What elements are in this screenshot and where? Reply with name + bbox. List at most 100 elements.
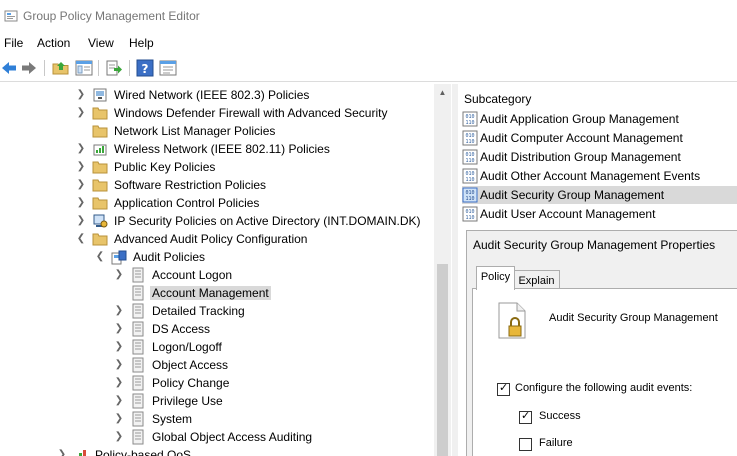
tree-item-label: Global Object Access Auditing	[152, 430, 313, 444]
notebook-icon	[132, 375, 144, 391]
tree-item-audit-policies[interactable]: ❮ Audit Policies	[0, 248, 430, 266]
tree-item-ds-access[interactable]: ❯ DS Access	[0, 320, 430, 338]
tree-item-privilege-use[interactable]: ❯ Privilege Use	[0, 392, 430, 410]
scroll-up-arrow-icon[interactable]: ▲	[434, 84, 451, 101]
menu-help[interactable]: Help	[129, 36, 154, 50]
tree-item-label: Object Access	[152, 358, 229, 372]
properties-icon[interactable]	[159, 59, 177, 77]
tree-item-ip-security[interactable]: ❯ IP Security Policies on Active Directo…	[0, 212, 430, 230]
chevron-down-icon[interactable]: ❮	[76, 233, 86, 245]
chevron-right-icon[interactable]: ❯	[114, 377, 124, 389]
menu-view[interactable]: View	[88, 36, 114, 50]
subcategory-label: Audit User Account Management	[480, 207, 656, 221]
properties-dialog: Audit Security Group Management Properti…	[466, 230, 737, 456]
subcategory-item[interactable]: 010 110 Audit User Account Management	[462, 205, 737, 223]
show-hide-tree-icon[interactable]	[75, 59, 93, 77]
tree-item-label: Windows Defender Firewall with Advanced …	[114, 106, 388, 120]
svg-text:110: 110	[465, 158, 474, 164]
folder-icon	[92, 233, 108, 246]
subcategory-column-header[interactable]: Subcategory	[464, 92, 531, 106]
ip-security-icon	[93, 214, 108, 228]
toolbar-separator	[44, 60, 45, 76]
folder-icon	[92, 107, 108, 120]
subcategory-item[interactable]: 010 110 Audit Application Group Manageme…	[462, 110, 737, 128]
svg-text:110: 110	[465, 120, 474, 126]
tree-item-label: Wired Network (IEEE 802.3) Policies	[114, 88, 310, 102]
tree-item-label: Detailed Tracking	[152, 304, 245, 318]
tree-item-label: Advanced Audit Policy Configuration	[114, 232, 308, 246]
chevron-right-icon[interactable]: ❯	[76, 215, 86, 227]
subcategory-item[interactable]: 010 110 Audit Computer Account Managemen…	[462, 129, 737, 147]
tree-item-account-logon[interactable]: ❯ Account Logon	[0, 266, 430, 284]
tree-item-wireless-network[interactable]: ❯ Wireless Network (IEEE 802.11) Policie…	[0, 140, 430, 158]
success-checkbox[interactable]: ✓	[519, 410, 532, 424]
svg-text:?: ?	[142, 62, 149, 76]
subcategory-item[interactable]: 010 110 Audit Other Account Management E…	[462, 167, 737, 185]
tab-policy[interactable]: Policy	[476, 266, 515, 290]
tab-policy-label: Policy	[480, 271, 511, 283]
failure-checkbox[interactable]	[519, 438, 532, 451]
forward-icon[interactable]	[20, 59, 38, 77]
menu-action[interactable]: Action	[37, 36, 70, 50]
chevron-right-icon[interactable]: ❯	[114, 413, 124, 425]
tree-item-public-key-policies[interactable]: ❯ Public Key Policies	[0, 158, 430, 176]
tree-item-policy-change[interactable]: ❯ Policy Change	[0, 374, 430, 392]
scrollbar-thumb[interactable]	[437, 264, 448, 456]
tree-item-label: Policy-based QoS	[95, 448, 192, 456]
chevron-right-icon[interactable]: ❯	[76, 197, 86, 209]
chevron-right-icon[interactable]: ❯	[114, 395, 124, 407]
chevron-right-icon[interactable]: ❯	[57, 449, 67, 456]
chevron-right-icon[interactable]: ❯	[114, 323, 124, 335]
tree-item-label: Account Logon	[152, 268, 233, 282]
tree-item-label: Logon/Logoff	[152, 340, 222, 354]
tree-item-object-access[interactable]: ❯ Object Access	[0, 356, 430, 374]
notebook-icon	[132, 267, 144, 283]
chevron-right-icon[interactable]: ❯	[76, 179, 86, 191]
tree-item-software-restriction[interactable]: ❯ Software Restriction Policies	[0, 176, 430, 194]
chevron-down-icon[interactable]: ❮	[95, 251, 105, 263]
policy-tab-panel: Audit Security Group Management ✓ Config…	[472, 288, 737, 456]
console-tree[interactable]: ❯ Wired Network (IEEE 802.3) Policies ❯ …	[0, 84, 452, 456]
notebook-icon	[132, 411, 144, 427]
tree-item-label: Privilege Use	[152, 394, 223, 408]
tree-item-policy-based-qos[interactable]: ❯ Policy-based QoS	[0, 446, 430, 456]
chevron-right-icon[interactable]: ❯	[114, 359, 124, 371]
chevron-right-icon[interactable]: ❯	[114, 269, 124, 281]
tree-item-account-management[interactable]: Account Management	[0, 284, 430, 302]
tree-item-network-list-manager[interactable]: Network List Manager Policies	[0, 122, 430, 140]
chevron-right-icon[interactable]: ❯	[114, 305, 124, 317]
back-icon[interactable]	[0, 59, 18, 77]
title-bar: Group Policy Management Editor	[0, 0, 737, 32]
subcategory-label: Audit Other Account Management Events	[480, 169, 701, 183]
subcategory-item[interactable]: 010 110 Audit Distribution Group Managem…	[462, 148, 737, 166]
tree-item-label: Audit Policies	[133, 250, 206, 264]
folder-icon	[92, 179, 108, 192]
configure-audit-events-checkbox[interactable]: ✓	[497, 382, 510, 396]
tree-item-defender-firewall[interactable]: ❯ Windows Defender Firewall with Advance…	[0, 104, 430, 122]
export-list-icon[interactable]	[105, 59, 123, 77]
menu-file[interactable]: File	[4, 36, 23, 50]
tree-item-logon-logoff[interactable]: ❯ Logon/Logoff	[0, 338, 430, 356]
notebook-icon	[132, 393, 144, 409]
gpo-editor-app-icon	[4, 10, 18, 22]
chevron-right-icon[interactable]: ❯	[114, 431, 124, 443]
tree-item-advanced-audit-policy[interactable]: ❮ Advanced Audit Policy Configuration	[0, 230, 430, 248]
tree-item-detailed-tracking[interactable]: ❯ Detailed Tracking	[0, 302, 430, 320]
toolbar: ?	[0, 54, 737, 82]
chevron-right-icon[interactable]: ❯	[114, 341, 124, 353]
help-icon[interactable]: ?	[136, 59, 154, 77]
tree-scrollbar[interactable]: ▲	[434, 84, 451, 456]
tree-item-wired-network[interactable]: ❯ Wired Network (IEEE 802.3) Policies	[0, 86, 430, 104]
notebook-icon	[132, 321, 144, 337]
tree-item-application-control[interactable]: ❯ Application Control Policies	[0, 194, 430, 212]
chevron-right-icon[interactable]: ❯	[76, 89, 86, 101]
binary-policy-icon: 010 110	[462, 149, 478, 165]
tree-item-system[interactable]: ❯ System	[0, 410, 430, 428]
up-folder-icon[interactable]	[52, 59, 70, 77]
subcategory-item-selected[interactable]: 010 110 Audit Security Group Management	[462, 186, 737, 204]
tree-item-global-object-access[interactable]: ❯ Global Object Access Auditing	[0, 428, 430, 446]
audit-policies-icon	[111, 250, 127, 265]
chevron-right-icon[interactable]: ❯	[76, 107, 86, 119]
chevron-right-icon[interactable]: ❯	[76, 143, 86, 155]
chevron-right-icon[interactable]: ❯	[76, 161, 86, 173]
